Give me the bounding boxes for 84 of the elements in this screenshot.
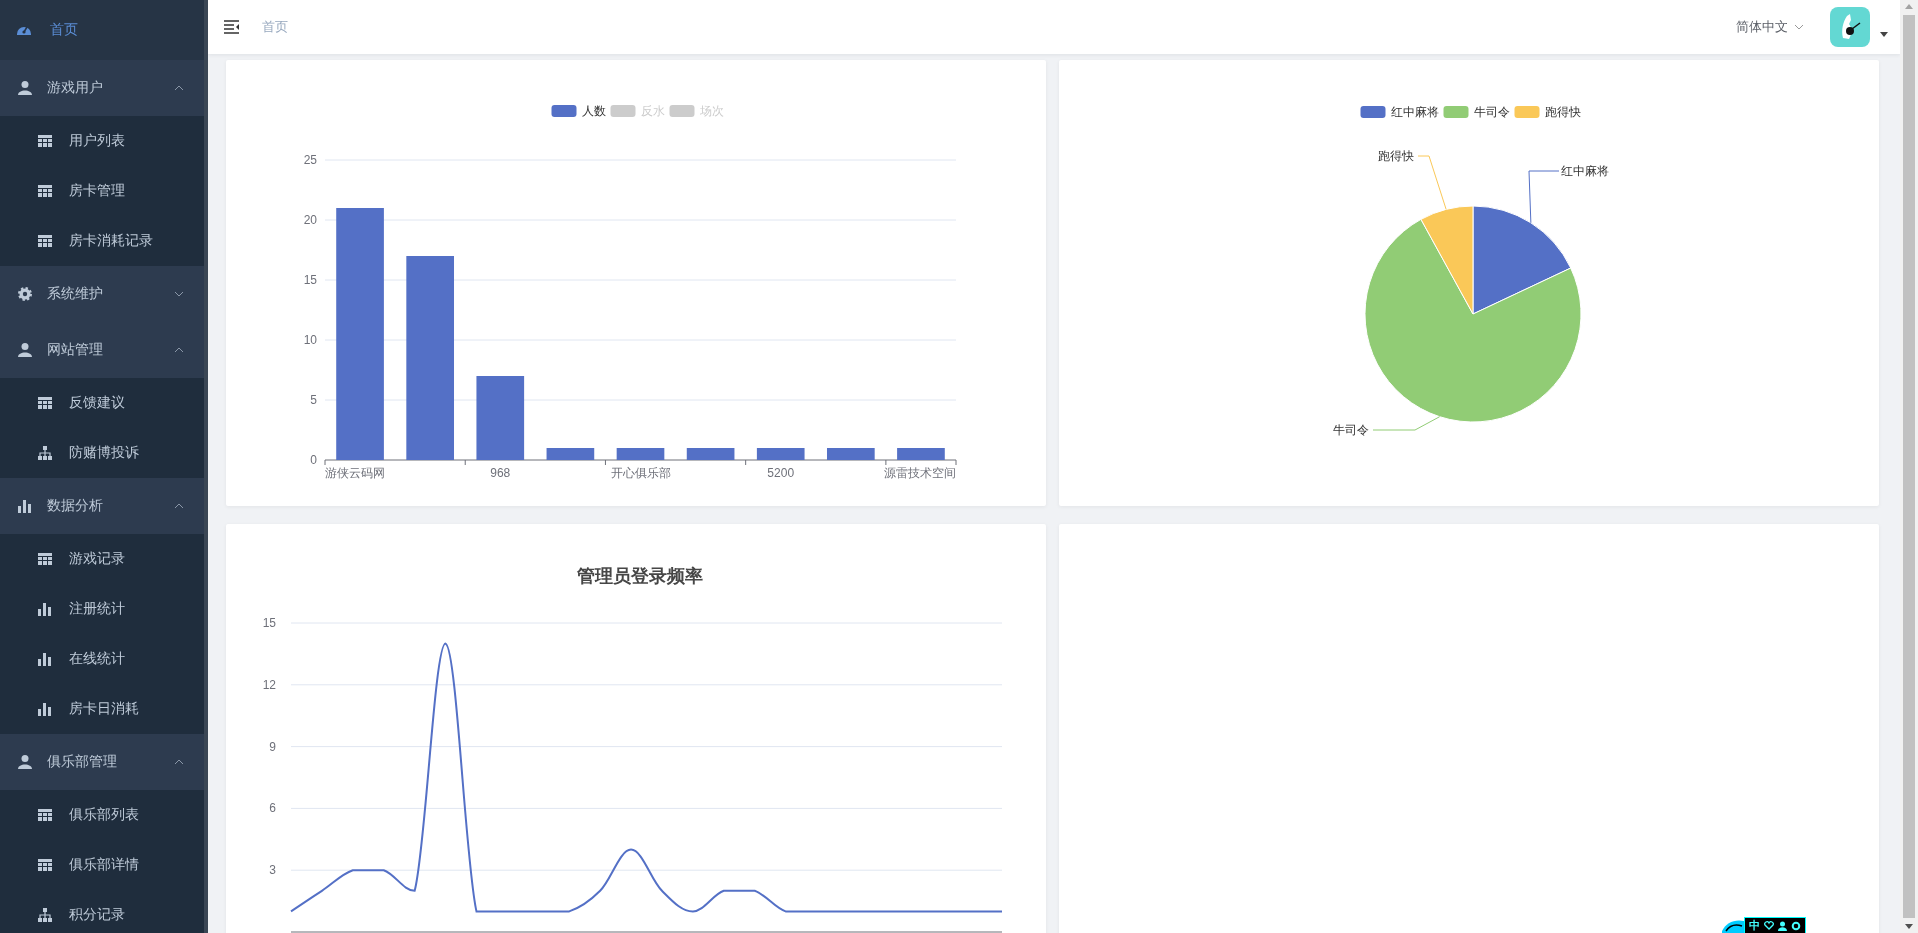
legend-swatch[interactable] — [669, 105, 695, 117]
heart-icon — [1764, 921, 1774, 930]
chevron-down-icon — [174, 291, 184, 297]
legend-label[interactable]: 跑得快 — [1544, 105, 1581, 119]
leader-line — [1417, 155, 1447, 210]
slice-label: 红中麻将 — [1561, 164, 1609, 178]
axis-label: 9 — [269, 739, 276, 754]
legend-swatch[interactable] — [1360, 106, 1386, 118]
person-icon — [1778, 920, 1787, 931]
legend-swatch[interactable] — [1443, 106, 1469, 118]
axis-label: 20 — [303, 213, 317, 227]
arrow-up-icon[interactable] — [1905, 4, 1913, 9]
axis-label: 3 — [269, 863, 276, 878]
chevron-up-icon — [174, 347, 184, 353]
legend-swatch[interactable] — [1514, 106, 1540, 118]
legend-label[interactable]: 牛司令 — [1473, 105, 1510, 119]
bar[interactable] — [336, 208, 384, 460]
bar-chart-icon — [17, 498, 33, 514]
menu-group[interactable]: 数据分析 — [0, 478, 204, 534]
table-icon — [37, 551, 53, 567]
chevron-down-icon — [1794, 24, 1804, 30]
bar[interactable] — [756, 448, 805, 460]
legend-swatch[interactable] — [551, 105, 577, 117]
axis-label: 6 — [269, 801, 276, 816]
legend-swatch[interactable] — [610, 105, 636, 117]
menu-item[interactable]: 首页 — [0, 0, 204, 60]
axis-label: 0 — [310, 453, 317, 467]
user-icon — [17, 80, 33, 96]
slice-label: 跑得快 — [1378, 149, 1414, 163]
bar-chart-icon — [37, 601, 53, 617]
table-icon — [37, 395, 53, 411]
slice-label: 牛司令 — [1333, 423, 1369, 437]
chevron-up-icon — [174, 85, 184, 91]
bar[interactable] — [406, 256, 454, 460]
settings-icon — [17, 286, 33, 302]
table-icon — [37, 857, 53, 873]
caret-icon[interactable] — [1880, 31, 1888, 37]
breadcrumb: 首页 — [262, 18, 288, 36]
user-icon — [17, 342, 33, 358]
axis-label: 5200 — [767, 466, 795, 480]
leader-line — [1528, 170, 1560, 224]
axis-label: 5 — [310, 393, 317, 407]
bar[interactable] — [476, 376, 525, 460]
bar[interactable] — [686, 448, 735, 460]
bar-chart-icon — [37, 651, 53, 667]
table-icon — [37, 807, 53, 823]
pie-slice[interactable] — [1420, 205, 1474, 315]
axis-label: 15 — [262, 616, 276, 630]
arrow-down-icon[interactable] — [1905, 924, 1913, 929]
sitemap-icon — [37, 907, 53, 923]
menu-group[interactable]: 游戏用户 — [0, 60, 204, 116]
pie-slice[interactable] — [1364, 218, 1582, 423]
ring-icon — [1791, 920, 1801, 931]
axis-label: 12 — [262, 677, 276, 692]
pie-slice[interactable] — [1472, 205, 1572, 315]
menu-icon[interactable] — [224, 20, 240, 34]
axis-label: 10 — [303, 333, 317, 347]
axis-label: 游侠云码网 — [325, 466, 385, 480]
sitemap-icon — [37, 445, 53, 461]
bar[interactable] — [616, 448, 665, 460]
axis-label: 15 — [303, 273, 317, 287]
table-icon — [37, 233, 53, 249]
leader-line — [1372, 416, 1441, 431]
user-icon — [17, 754, 33, 770]
language-select[interactable]: 简体中文 — [1736, 18, 1804, 36]
table-icon — [37, 183, 53, 199]
axis-label: 25 — [303, 153, 317, 167]
chevron-up-icon — [174, 759, 184, 765]
axis-label: 968 — [490, 466, 511, 480]
chevron-up-icon — [174, 503, 184, 509]
menu-group[interactable]: 系统维护 — [0, 266, 204, 322]
legend-label[interactable]: 红中麻将 — [1390, 105, 1439, 119]
table-icon — [37, 133, 53, 149]
axis-label: 源雷技术空间 — [884, 466, 956, 480]
avatar-button[interactable] — [1830, 7, 1870, 47]
scrollbar[interactable] — [1900, 0, 1918, 933]
bar-chart-icon — [37, 701, 53, 717]
input-toolbar[interactable]: 中 — [1744, 917, 1806, 933]
menu-group[interactable]: 网站管理 — [0, 322, 204, 378]
chart-title: 管理员登录频率 — [577, 566, 703, 586]
menu-group[interactable]: 俱乐部管理 — [0, 734, 204, 790]
bar[interactable] — [546, 448, 595, 460]
axis-label: 开心俱乐部 — [610, 466, 671, 480]
legend-label[interactable]: 人数 — [581, 104, 606, 118]
